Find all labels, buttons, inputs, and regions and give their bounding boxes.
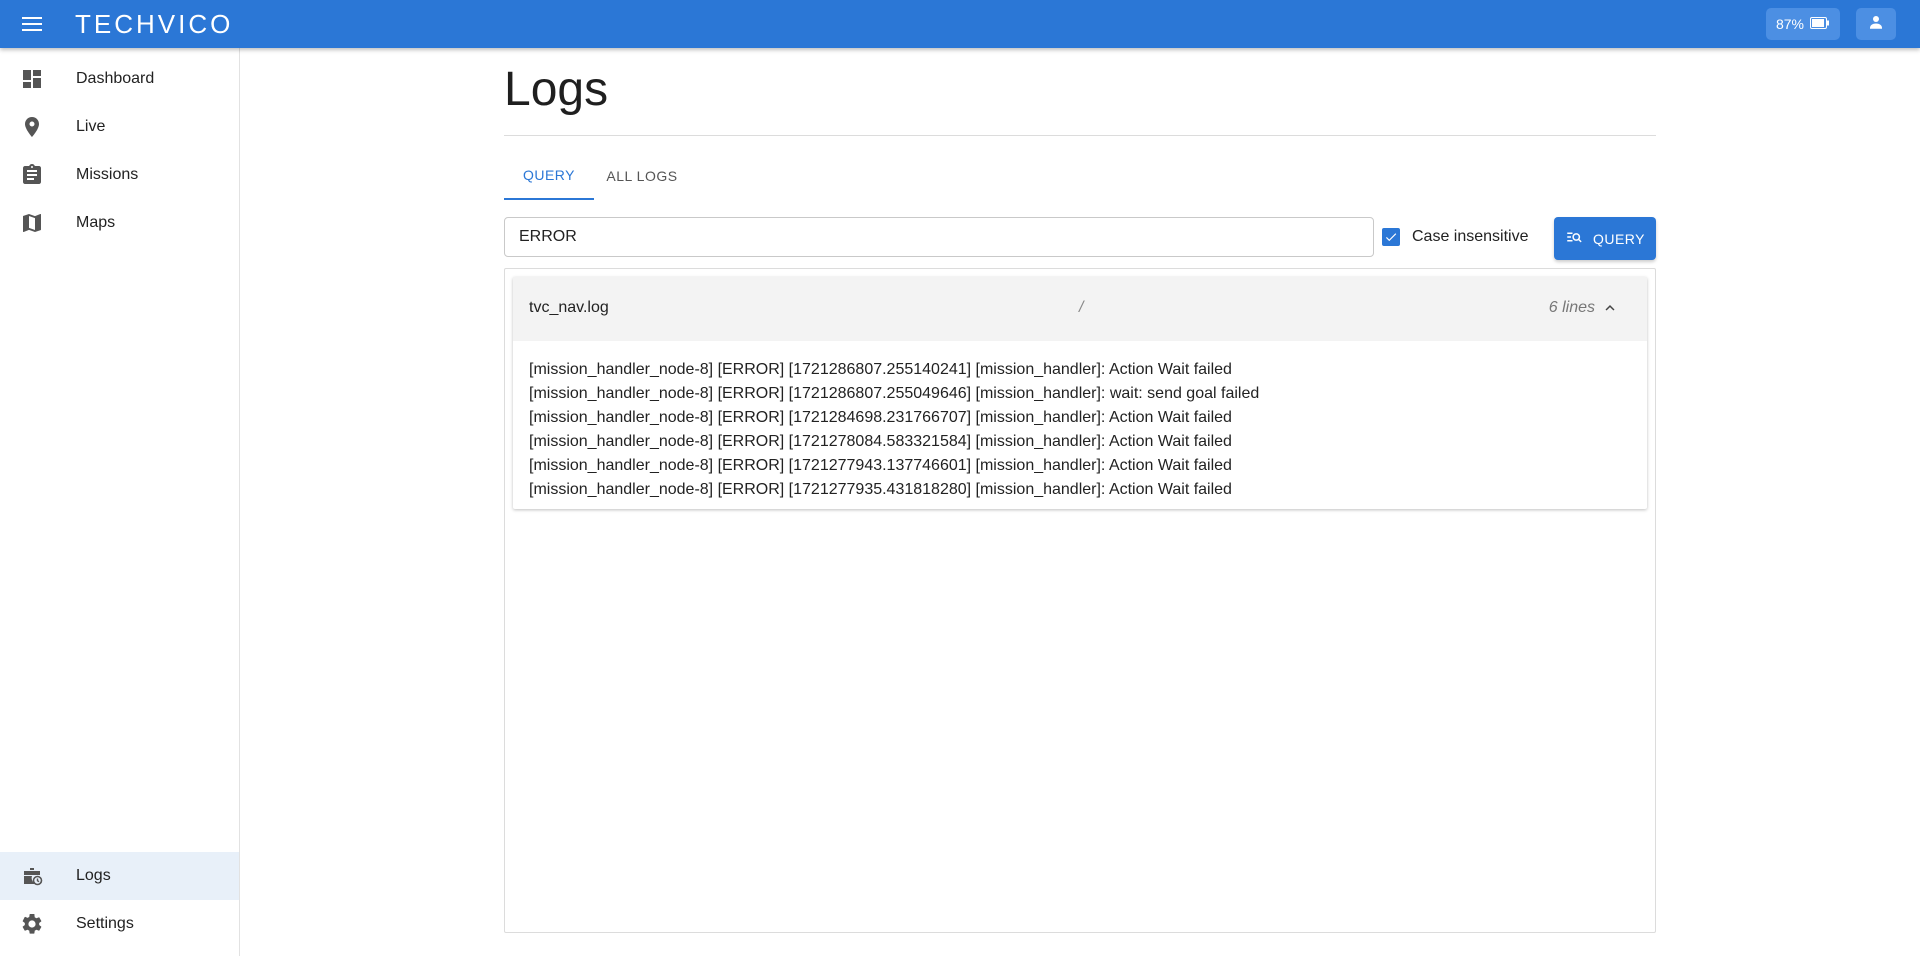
log-line-count: 6 lines	[1548, 299, 1595, 316]
results-panel: tvc_nav.log / 6 lines [mission_handler_n…	[504, 268, 1656, 933]
case-insensitive-label: Case insensitive	[1412, 228, 1529, 245]
battery-status[interactable]: 87%	[1765, 8, 1840, 40]
query-field[interactable]	[504, 217, 1374, 257]
gear-icon	[20, 912, 44, 936]
menu-icon[interactable]	[14, 10, 50, 38]
log-result-card: tvc_nav.log / 6 lines [mission_handler_n…	[513, 277, 1647, 509]
sidebar-item-live[interactable]: Live	[0, 103, 239, 151]
sidebar-item-label: Maps	[76, 214, 116, 231]
sidebar-item-label: Live	[76, 118, 106, 135]
battery-icon	[1810, 16, 1830, 32]
sidebar-item-missions[interactable]: Missions	[0, 151, 239, 199]
dashboard-icon	[20, 67, 44, 91]
title-divider	[504, 135, 1656, 136]
tab-query[interactable]: QUERY	[504, 152, 594, 200]
sidebar-item-logs[interactable]: Logs	[0, 852, 239, 900]
app-bar: TECHVICO 87%	[0, 0, 1920, 48]
query-input[interactable]	[519, 228, 1373, 246]
log-line: [mission_handler_node-8] [ERROR] [172128…	[529, 385, 1260, 402]
page-title: Logs	[504, 63, 609, 116]
log-line: [mission_handler_node-8] [ERROR] [172128…	[529, 409, 1232, 426]
battery-percentage: 87%	[1775, 16, 1804, 32]
map-icon	[20, 211, 44, 235]
clipboard-icon	[20, 163, 44, 187]
chevron-up-icon[interactable]	[1601, 299, 1619, 317]
sidebar: Dashboard Live Missions Maps Logs Settin…	[0, 48, 240, 956]
sidebar-item-label: Settings	[76, 915, 134, 932]
location-pin-icon	[20, 115, 44, 139]
sidebar-item-settings[interactable]: Settings	[0, 900, 239, 948]
case-insensitive-toggle[interactable]: Case insensitive	[1382, 217, 1529, 257]
person-icon	[1867, 13, 1885, 36]
sidebar-item-label: Dashboard	[76, 70, 155, 87]
tab-bar: QUERY ALL LOGS	[504, 152, 690, 200]
log-line: [mission_handler_node-8] [ERROR] [172127…	[529, 481, 1232, 498]
search-list-icon	[1565, 228, 1583, 249]
sidebar-item-label: Logs	[76, 867, 111, 884]
log-result-header[interactable]: tvc_nav.log / 6 lines	[513, 277, 1647, 341]
query-button-label: QUERY	[1592, 230, 1646, 247]
techvico-logo[interactable]: TECHVICO	[75, 9, 233, 39]
log-line: [mission_handler_node-8] [ERROR] [172128…	[529, 361, 1232, 378]
query-button[interactable]: QUERY	[1554, 217, 1656, 260]
log-file-name: tvc_nav.log	[529, 299, 609, 316]
log-line: [mission_handler_node-8] [ERROR] [172127…	[529, 457, 1232, 474]
log-line: [mission_handler_node-8] [ERROR] [172127…	[529, 433, 1232, 450]
sidebar-item-label: Missions	[76, 166, 139, 183]
logs-briefcase-icon	[20, 864, 44, 888]
sidebar-item-dashboard[interactable]: Dashboard	[0, 55, 239, 103]
log-path-separator: /	[1079, 299, 1084, 316]
account-button[interactable]	[1856, 8, 1896, 40]
tab-all-logs[interactable]: ALL LOGS	[594, 152, 690, 200]
sidebar-item-maps[interactable]: Maps	[0, 199, 239, 247]
log-lines: [mission_handler_node-8] [ERROR] [172128…	[529, 358, 1259, 502]
checkbox-checked-icon[interactable]	[1382, 228, 1400, 246]
